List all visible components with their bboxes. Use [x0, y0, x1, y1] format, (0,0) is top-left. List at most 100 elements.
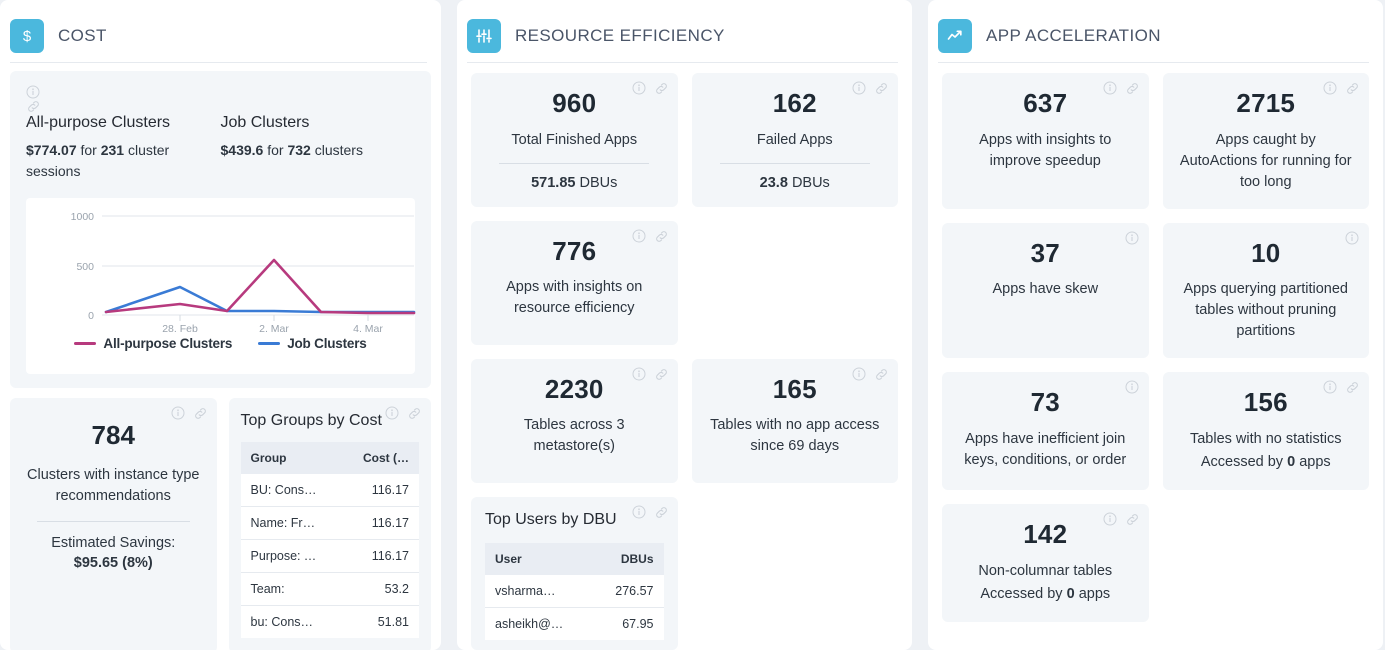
tile-label: Apps have inefficient join keys, conditi… [964, 430, 1127, 468]
link-icon[interactable] [874, 81, 888, 95]
tile-tables-across-metastores: 2230 Tables across 3 metastore(s) [471, 358, 678, 483]
col-group[interactable]: Group [240, 442, 330, 474]
legend-label-job: Job Clusters [287, 336, 367, 351]
top-users-actions [632, 505, 668, 519]
table-header-row: Group Cost (… [240, 442, 419, 474]
legend-swatch-all-purpose [74, 342, 97, 345]
dashboard-root: $ COST All-purpose Clusters $774.07 for … [0, 0, 1385, 650]
legend-item-all-purpose[interactable]: All-purpose Clusters [74, 336, 232, 351]
tile-label: Apps caught by AutoActions for running f… [1179, 131, 1352, 190]
tile-empty-slot [1163, 504, 1370, 622]
link-icon[interactable] [654, 81, 668, 95]
table-row[interactable]: Name: Fraud-… 116.17 [240, 506, 419, 540]
panel-cost-title: COST [58, 25, 107, 45]
info-icon[interactable] [1125, 380, 1139, 394]
table-row[interactable]: Purpose: Tran… 116.17 [240, 539, 419, 573]
link-icon[interactable] [1125, 512, 1139, 526]
top-users-tbody: vsharma@unr… 276.57 asheikh@unra… 67.95 [485, 574, 664, 640]
tile-divider [719, 162, 870, 164]
tile-actions [1323, 380, 1359, 394]
estimated-savings-label: Estimated Savings: [51, 535, 176, 552]
info-icon[interactable] [852, 367, 866, 381]
col-cost[interactable]: Cost (… [329, 442, 419, 474]
link-icon[interactable] [26, 99, 415, 114]
table-row[interactable]: asheikh@unra… 67.95 [485, 607, 664, 640]
cost-trend-chart: 1000 500 0 28. Feb 2. Mar 4. Mar All-pur… [26, 198, 416, 374]
tile-apps-inefficient-joins: 73 Apps have inefficient join keys, cond… [942, 372, 1149, 491]
tile-sub-value: 23.8 [759, 174, 788, 191]
tile-failed-apps: 162 Failed Apps 23.8 DBUs [691, 73, 898, 207]
info-icon[interactable] [1103, 81, 1117, 95]
panel-resource-efficiency: RESOURCE EFFICIENCY 960 Total Finished A… [457, 0, 912, 650]
cell-group: bu: Consumer… [250, 615, 330, 629]
legend-swatch-job [258, 342, 281, 345]
tile-label: Apps with insights to improve speedup [979, 131, 1112, 169]
table-row[interactable]: bu: Consumer… 51.81 [241, 606, 420, 639]
tile-sub: 571.85 DBUs [485, 175, 664, 191]
info-icon[interactable] [632, 505, 646, 519]
all-purpose-count: 231 [100, 142, 125, 158]
cell-cost: 116.17 [329, 539, 419, 573]
cell-group: BU: Consume… [240, 474, 330, 507]
table-header-row: User DBUs [485, 542, 664, 575]
cell-dbus: 276.57 [574, 574, 664, 608]
table-row[interactable]: BU: Consume… 116.17 [240, 474, 419, 507]
tile-actions [1125, 231, 1139, 245]
legend-item-job[interactable]: Job Clusters [258, 336, 367, 351]
tile-label: Apps have skew [992, 281, 1099, 298]
panel-resource-title: RESOURCE EFFICIENCY [515, 25, 725, 45]
info-icon[interactable] [1345, 231, 1359, 245]
tile-accessed-prefix: Accessed by [1200, 453, 1284, 470]
top-users-thead: User DBUs [485, 542, 664, 575]
link-icon[interactable] [1125, 81, 1139, 95]
tile-label: Non-columnar tables [978, 562, 1113, 579]
info-icon[interactable] [1103, 512, 1117, 526]
svg-text:0: 0 [88, 310, 94, 322]
col-user[interactable]: User [485, 542, 575, 575]
info-icon[interactable] [385, 406, 399, 420]
tile-accessed-value: 0 [1066, 585, 1075, 602]
info-icon[interactable] [632, 81, 646, 95]
tile-actions [1103, 81, 1139, 95]
table-row[interactable]: vsharma@unr… 276.57 [485, 574, 664, 608]
tile-sub-unit: DBUs [579, 174, 618, 191]
info-icon[interactable] [26, 85, 415, 99]
tile-accessed-line: Accessed by 0 apps [1177, 452, 1356, 473]
col-dbus[interactable]: DBUs [574, 542, 664, 575]
info-icon[interactable] [632, 229, 646, 243]
tile-actions [1323, 81, 1359, 95]
job-count: 732 [287, 142, 311, 158]
link-icon[interactable] [654, 505, 668, 519]
info-icon[interactable] [1125, 231, 1139, 245]
link-icon[interactable] [874, 367, 888, 381]
tile-label: Failed Apps [756, 131, 833, 148]
link-icon[interactable] [654, 229, 668, 243]
app-tiles-grid: 637 Apps with insights to improve speedu… [928, 63, 1383, 623]
job-clusters-text: $439.6 for 732 clusters [221, 140, 406, 161]
svg-text:2. Mar: 2. Mar [259, 323, 289, 332]
tile-value: 37 [1030, 237, 1060, 268]
tile-apps-autoactions: 2715 Apps caught by AutoActions for runn… [1162, 73, 1369, 209]
link-icon[interactable] [407, 406, 421, 420]
tile-label: Tables across 3 metastore(s) [523, 417, 625, 455]
tile-label: Apps with insights on resource efficienc… [506, 279, 643, 317]
tile-label: Tables with no statistics [1189, 430, 1342, 447]
all-purpose-clusters-title: All-purpose Clusters [26, 114, 171, 131]
tile-empty-slot [692, 221, 899, 345]
link-icon[interactable] [1345, 81, 1359, 95]
link-icon[interactable] [654, 367, 668, 381]
cell-cost: 53.2 [329, 572, 419, 606]
info-icon[interactable] [1323, 81, 1337, 95]
tile-apps-have-skew: 37 Apps have skew [942, 222, 1149, 359]
cost-chart-legend: All-purpose Clusters Job Clusters [34, 336, 407, 351]
tile-sub-value: 571.85 [531, 174, 576, 191]
info-icon[interactable] [852, 81, 866, 95]
link-icon[interactable] [1345, 380, 1359, 394]
table-row[interactable]: Team: 53.2 [240, 572, 419, 606]
info-icon[interactable] [171, 406, 185, 420]
job-unit: clusters [314, 142, 363, 158]
info-icon[interactable] [1323, 380, 1337, 394]
link-icon[interactable] [193, 406, 207, 420]
tile-apps-insights-resource-efficiency: 776 Apps with insights on resource effic… [471, 220, 678, 345]
info-icon[interactable] [632, 367, 646, 381]
